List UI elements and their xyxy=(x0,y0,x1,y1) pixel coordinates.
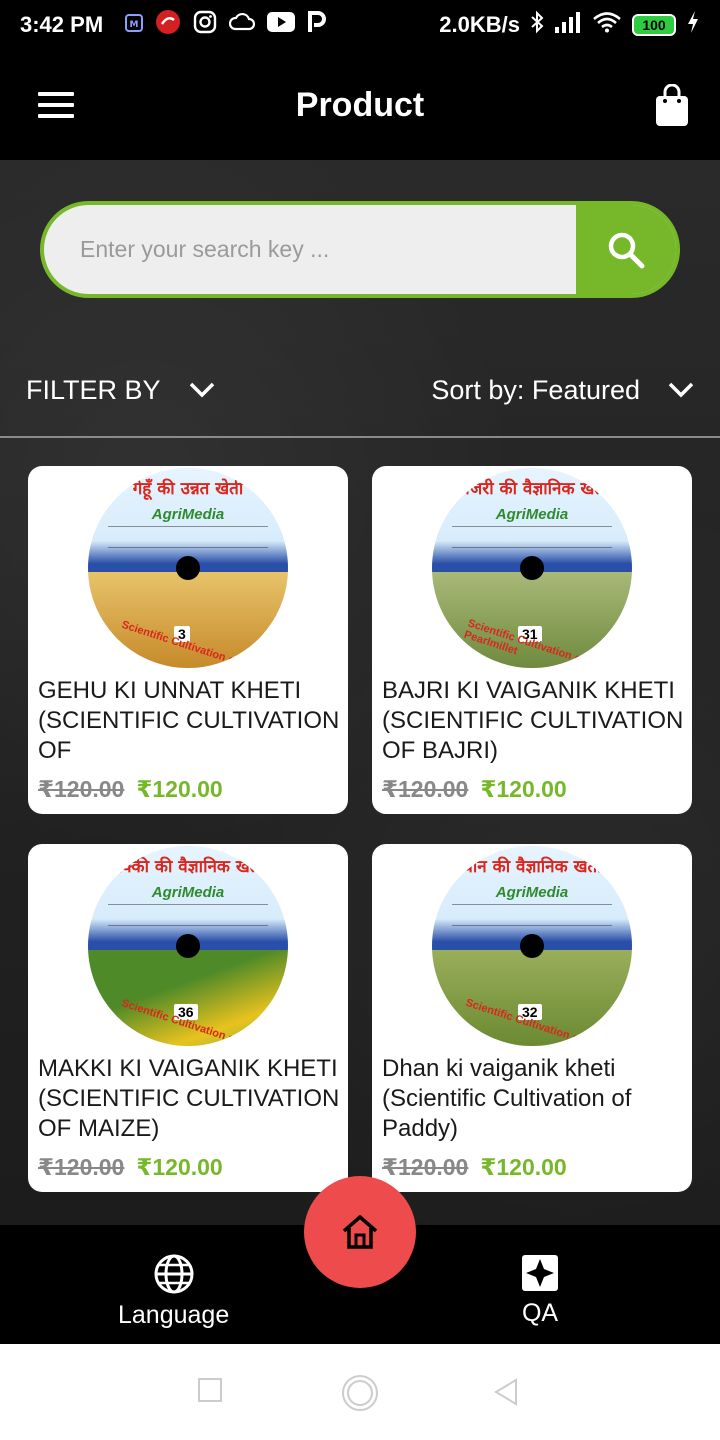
product-image: बाजरी की वैज्ञानिक खेती AgriMedia 31 Sci… xyxy=(432,468,632,668)
disc-hindi-title: मक्की की वैज्ञानिक खेती xyxy=(112,857,264,877)
qa-label: QA xyxy=(521,1299,559,1327)
wifi-icon xyxy=(592,11,622,39)
page-title: Product xyxy=(295,85,425,124)
p-icon xyxy=(307,10,327,40)
qa-nav-item[interactable]: QA xyxy=(520,1253,560,1328)
product-image: धान की वैज्ञानिक खेती AgriMedia 32 Scien… xyxy=(432,846,632,1046)
disc-brand: AgriMedia xyxy=(151,884,225,901)
disc-brand: AgriMedia xyxy=(151,506,225,523)
charging-icon xyxy=(686,10,700,40)
price: ₹120.00 xyxy=(480,776,567,802)
app-icon xyxy=(155,9,181,41)
product-card[interactable]: धान की वैज्ञानिक खेती AgriMedia 32 Scien… xyxy=(372,844,692,1192)
chevron-down-icon xyxy=(668,382,694,398)
price-row: ₹120.00 ₹120.00 xyxy=(38,776,223,803)
product-card[interactable]: बाजरी की वैज्ञानिक खेती AgriMedia 31 Sci… xyxy=(372,466,692,814)
product-image: गेहूँ की उन्नत खेती AgriMedia 3 Scientif… xyxy=(88,468,288,668)
mi-icon: M xyxy=(125,12,144,38)
back-triangle-icon xyxy=(494,1378,517,1406)
product-title: GEHU KI UNNAT KHETI (SCIENTIFIC CULTIVAT… xyxy=(38,677,340,764)
system-navigation-bar xyxy=(0,1344,720,1440)
disc-hindi-title: धान की वैज्ञानिक खेती xyxy=(462,857,602,877)
hamburger-icon-line xyxy=(38,92,74,96)
home-button[interactable] xyxy=(304,1176,416,1288)
price: ₹120.00 xyxy=(136,776,223,802)
filter-by-dropdown[interactable]: FILTER BY xyxy=(26,375,215,406)
price-row: ₹120.00 ₹120.00 xyxy=(382,1154,567,1181)
product-title: Dhan ki vaiganik kheti (Scientific Culti… xyxy=(382,1055,632,1142)
disc-hindi-title: गेहूँ की उन्नत खेती xyxy=(132,479,244,499)
network-speed: 2.0KB/s xyxy=(439,12,520,37)
filter-label: FILTER BY xyxy=(26,374,161,405)
price-row: ₹120.00 ₹120.00 xyxy=(382,776,567,803)
circle-icon xyxy=(342,1375,378,1411)
cloud-icon xyxy=(229,12,256,38)
square-icon xyxy=(198,1378,222,1402)
search-bar xyxy=(40,201,680,298)
old-price: ₹120.00 xyxy=(382,1154,469,1180)
search-button[interactable] xyxy=(576,205,676,294)
status-time: 3:42 PM xyxy=(20,12,104,37)
disc-brand: AgriMedia xyxy=(495,506,569,523)
crop-image xyxy=(88,572,288,668)
battery-icon: 100 xyxy=(632,14,676,36)
battery-level: 100 xyxy=(642,17,666,33)
product-title: MAKKI KI VAIGANIK KHETI (SCIENTIFIC CULT… xyxy=(38,1055,340,1142)
home-icon xyxy=(342,1215,378,1249)
sort-label: Sort by: Featured xyxy=(431,374,640,405)
svg-text:M: M xyxy=(130,20,139,30)
menu-button[interactable] xyxy=(38,92,74,120)
language-nav-item[interactable]: Language xyxy=(118,1253,229,1330)
globe-icon xyxy=(154,1254,194,1294)
product-title: BAJRI KI VAIGANIK KHETI (SCIENTIFIC CULT… xyxy=(382,677,684,764)
instagram-icon xyxy=(193,10,217,40)
divider xyxy=(0,436,720,438)
search-icon xyxy=(608,232,645,268)
app-bar: Product xyxy=(0,50,720,160)
signal-icon xyxy=(554,11,582,39)
chevron-down-icon xyxy=(189,382,214,398)
bluetooth-icon xyxy=(530,10,544,40)
old-price: ₹120.00 xyxy=(382,776,469,802)
disc-hindi-title: बाजरी की वैज्ञानिक खेती xyxy=(455,479,609,499)
system-home-button[interactable] xyxy=(341,1374,379,1417)
old-price: ₹120.00 xyxy=(38,1154,125,1180)
old-price: ₹120.00 xyxy=(38,776,125,802)
sort-dropdown[interactable]: Sort by: Featured xyxy=(431,375,694,406)
disc-brand: AgriMedia xyxy=(495,884,569,901)
price: ₹120.00 xyxy=(136,1154,223,1180)
shopping-bag-icon xyxy=(656,83,688,126)
product-card[interactable]: गेहूँ की उन्नत खेती AgriMedia 3 Scientif… xyxy=(28,466,348,814)
language-label: Language xyxy=(118,1301,230,1329)
back-button[interactable] xyxy=(494,1378,518,1411)
filter-sort-row: FILTER BY Sort by: Featured xyxy=(0,360,720,420)
recents-button[interactable] xyxy=(198,1378,222,1407)
youtube-icon xyxy=(267,12,296,38)
product-card[interactable]: मक्की की वैज्ञानिक खेती AgriMedia 36 Sci… xyxy=(28,844,348,1192)
price: ₹120.00 xyxy=(480,1154,567,1180)
search-input[interactable] xyxy=(44,205,576,294)
hamburger-icon-line xyxy=(38,103,74,107)
qa-icon xyxy=(522,1255,558,1291)
cart-button[interactable] xyxy=(654,83,690,126)
status-bar: 3:42 PM M 2.0KB/s 100 xyxy=(0,0,720,50)
product-image: मक्की की वैज्ञानिक खेती AgriMedia 36 Sci… xyxy=(88,846,288,1046)
crop-image xyxy=(432,950,632,1046)
hamburger-icon-line xyxy=(38,114,74,118)
price-row: ₹120.00 ₹120.00 xyxy=(38,1154,223,1181)
crop-image xyxy=(88,950,288,1046)
